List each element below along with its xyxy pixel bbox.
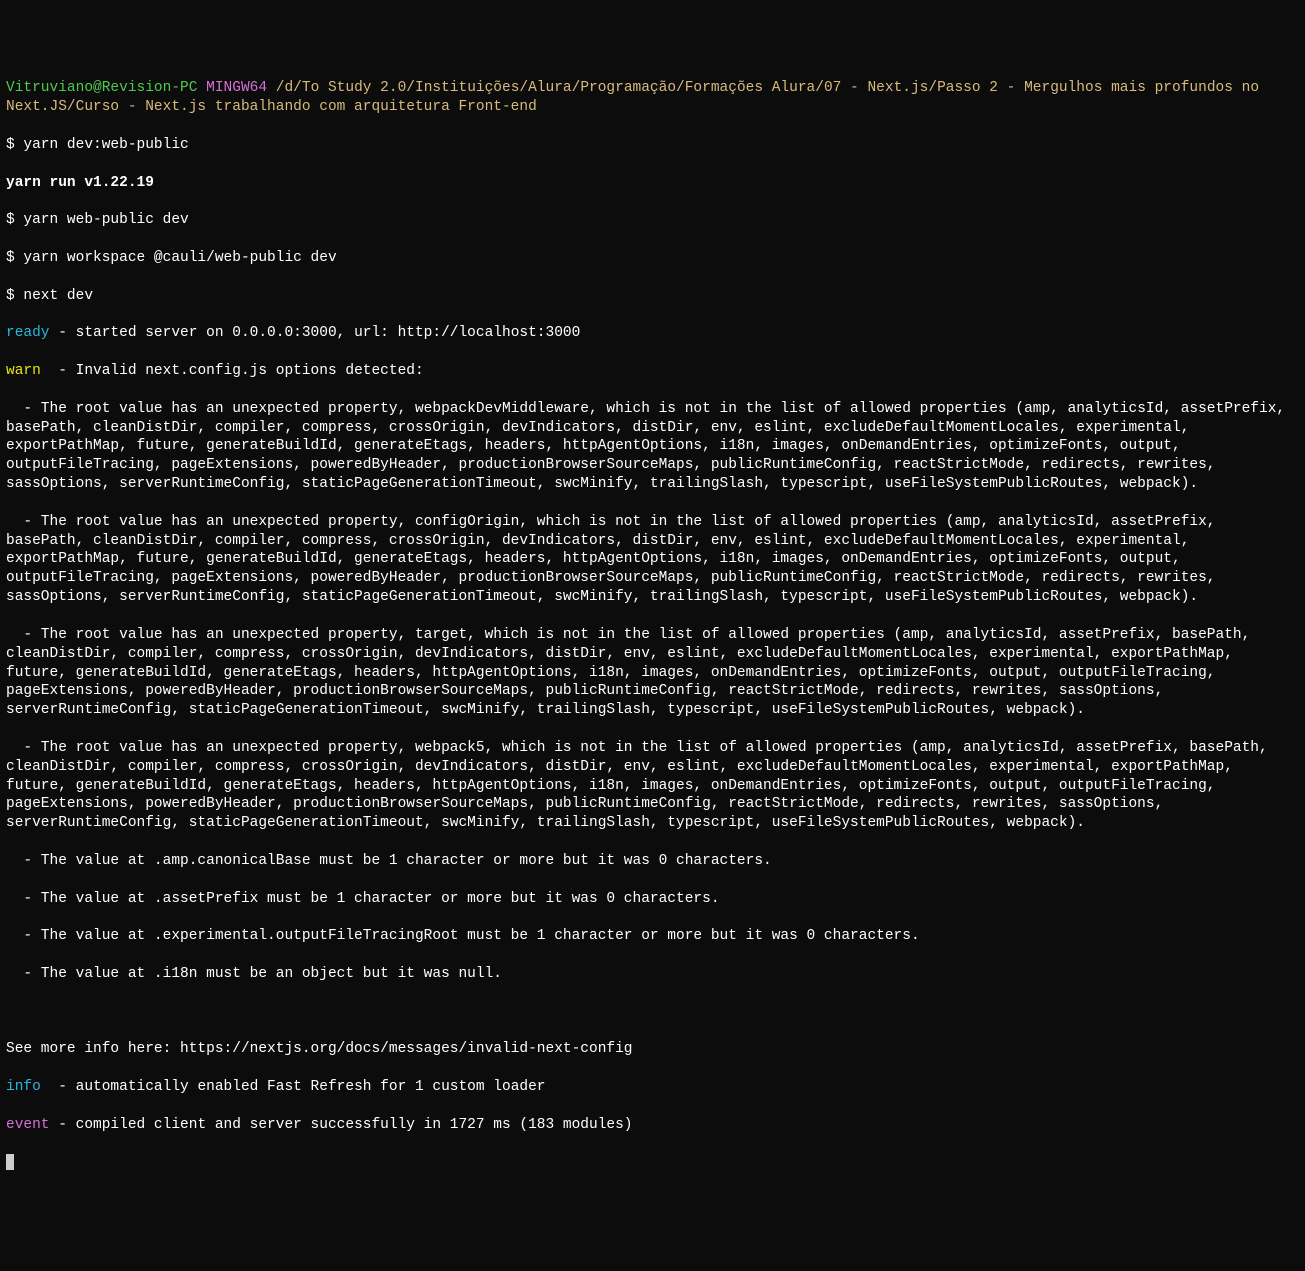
info-label: info xyxy=(6,1079,41,1095)
warning-text: - The value at .assetPrefix must be 1 ch… xyxy=(6,890,1299,909)
warning-text: - The root value has an unexpected prope… xyxy=(6,513,1299,607)
event-label: event xyxy=(6,1117,50,1133)
warning-text: - The value at .i18n must be an object b… xyxy=(6,965,1299,984)
warn-line: warn - Invalid next.config.js options de… xyxy=(6,362,1299,381)
blank-line xyxy=(6,1003,1299,1022)
event-line: event - compiled client and server succe… xyxy=(6,1116,1299,1135)
prompt-mingw: MINGW64 xyxy=(206,80,267,96)
prompt-user: Vitruviano@Revision-PC xyxy=(6,80,197,96)
warn-label: warn xyxy=(6,363,41,379)
warning-text: - The root value has an unexpected prope… xyxy=(6,626,1299,720)
warning-text: - The value at .amp.canonicalBase must b… xyxy=(6,852,1299,871)
prompt-line: Vitruviano@Revision-PC MINGW64 /d/To Stu… xyxy=(6,79,1299,117)
command-line: $ yarn dev:web-public xyxy=(6,136,1299,155)
event-text: - compiled client and server successfull… xyxy=(50,1117,633,1133)
ready-label: ready xyxy=(6,325,50,341)
cursor-icon xyxy=(6,1154,14,1170)
command-line: $ next dev xyxy=(6,287,1299,306)
info-text: - automatically enabled Fast Refresh for… xyxy=(41,1079,546,1095)
command-line: $ yarn web-public dev xyxy=(6,211,1299,230)
ready-text: - started server on 0.0.0.0:3000, url: h… xyxy=(50,325,581,341)
warn-text: - Invalid next.config.js options detecte… xyxy=(41,363,424,379)
warning-text: - The root value has an unexpected prope… xyxy=(6,400,1299,494)
info-line: info - automatically enabled Fast Refres… xyxy=(6,1078,1299,1097)
warning-text: - The value at .experimental.outputFileT… xyxy=(6,927,1299,946)
see-more-line: See more info here: https://nextjs.org/d… xyxy=(6,1040,1299,1059)
command-line: $ yarn workspace @cauli/web-public dev xyxy=(6,249,1299,268)
ready-line: ready - started server on 0.0.0.0:3000, … xyxy=(6,324,1299,343)
warning-text: - The root value has an unexpected prope… xyxy=(6,739,1299,833)
yarn-run-line: yarn run v1.22.19 xyxy=(6,174,1299,193)
cursor-line[interactable] xyxy=(6,1153,1299,1172)
